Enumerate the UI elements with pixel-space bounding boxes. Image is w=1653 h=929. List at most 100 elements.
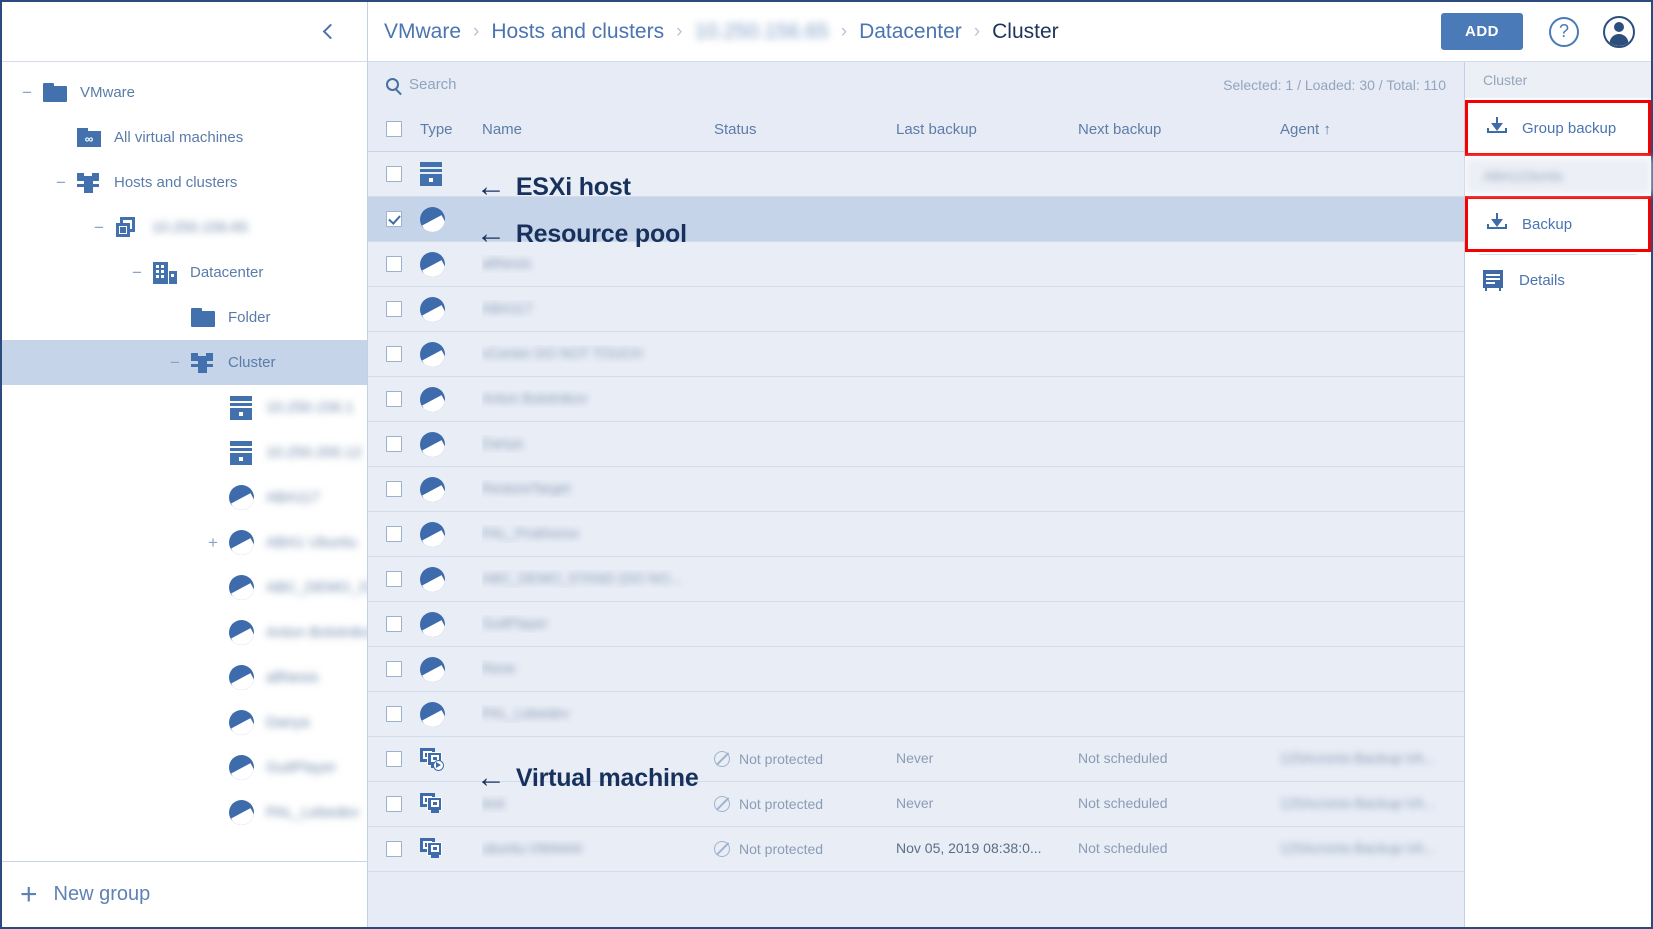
sidebar-item-label: Datacenter (190, 264, 263, 281)
sidebar-item-guitplayer[interactable]: -GuitPlayer (2, 745, 367, 790)
table-row[interactable]: Rene (368, 647, 1464, 692)
table-row[interactable]: ubuntu-VM4444Not protectedNov 05, 2019 0… (368, 827, 1464, 872)
cell-name: PAL_Lebedev (482, 705, 569, 721)
sidebar-item-vmware[interactable]: −VMware (2, 70, 367, 115)
search-placeholder: Search (409, 76, 457, 93)
search-input[interactable]: Search (386, 76, 457, 93)
column-header-type[interactable]: Type (420, 121, 482, 138)
user-account-icon[interactable] (1603, 16, 1635, 48)
sidebar-item-all-virtual-machines[interactable]: -∞All virtual machines (2, 115, 367, 160)
virtual-machine-running-icon (420, 748, 444, 771)
row-checkbox[interactable] (368, 481, 420, 497)
row-checkbox[interactable] (368, 706, 420, 722)
cell-type (420, 297, 482, 322)
cell-status: Not protected (739, 751, 823, 767)
tree-toggle[interactable]: + (206, 536, 220, 550)
table-row[interactable] (368, 152, 1464, 197)
column-header-status[interactable]: Status (714, 121, 896, 138)
sidebar-item-datacenter[interactable]: − Datacenter (2, 250, 367, 295)
sidebar-item-danya[interactable]: -Danya (2, 700, 367, 745)
table-row[interactable]: RestoreTarget (368, 467, 1464, 512)
sidebar-item-10-250-156-65[interactable]: −10.250.156.65 (2, 205, 367, 250)
table-row[interactable]: Anton Bolotnikov (368, 377, 1464, 422)
row-checkbox[interactable] (368, 526, 420, 542)
content-area: Search Selected: 1 / Loaded: 30 / Total:… (368, 62, 1651, 927)
collapse-sidebar-button[interactable] (315, 19, 341, 45)
breadcrumb-item-hosts-and-clusters[interactable]: Hosts and clusters (491, 20, 664, 44)
sidebar-item-label: Anton Bolotnikov (266, 624, 367, 641)
table-row[interactable]: ABA117 (368, 287, 1464, 332)
download-backup-icon (1486, 117, 1508, 139)
sidebar-item-10-250-200-12[interactable]: -10.250.200.12 (2, 430, 367, 475)
row-checkbox[interactable] (368, 751, 420, 767)
backup-button[interactable]: Backup (1465, 196, 1651, 252)
table-row[interactable]: allNesis (368, 242, 1464, 287)
row-checkbox[interactable] (368, 571, 420, 587)
table-row[interactable]: Not protectedNeverNot scheduled125Acroni… (368, 737, 1464, 782)
sidebar-item-label: 10.250.200.12 (266, 444, 362, 461)
group-backup-button[interactable]: Group backup (1465, 100, 1651, 156)
tree-toggle[interactable]: − (92, 221, 106, 235)
table-row[interactable]: testNot protectedNeverNot scheduled125Ac… (368, 782, 1464, 827)
row-checkbox[interactable] (368, 436, 420, 452)
column-header-agent[interactable]: Agent ↑ (1280, 121, 1464, 138)
sidebar-item-pal-lebedev[interactable]: -PAL_Lebedev (2, 790, 367, 835)
row-checkbox[interactable] (368, 796, 420, 812)
tree-toggle[interactable]: − (130, 266, 144, 280)
breadcrumb-item-10-250-156-65[interactable]: 10.250.156.65 (694, 20, 828, 44)
table-row[interactable] (368, 197, 1464, 242)
cell-name: Danya (482, 435, 522, 451)
sidebar-item-10-250-156-1[interactable]: -10.250.156.1 (2, 385, 367, 430)
table-row[interactable]: PAL_Lebedev (368, 692, 1464, 737)
row-checkbox[interactable] (368, 616, 420, 632)
column-header-next-backup[interactable]: Next backup (1078, 121, 1280, 138)
vcenter-icon (115, 216, 139, 240)
cell-name: Rene (482, 660, 515, 676)
select-all-checkbox[interactable] (368, 121, 420, 137)
row-checkbox[interactable] (368, 301, 420, 317)
sidebar-item-cluster[interactable]: −Cluster (2, 340, 367, 385)
resource-pool-icon (229, 755, 254, 780)
resource-pool-icon (229, 485, 254, 510)
sidebar-item-folder[interactable]: -Folder (2, 295, 367, 340)
cell-type (420, 838, 482, 861)
row-checkbox[interactable] (368, 166, 420, 182)
add-button[interactable]: ADD (1441, 13, 1523, 50)
application-window: −VMware-∞All virtual machines−Hosts and … (0, 0, 1653, 929)
table-row[interactable]: PAL_Prokhorov (368, 512, 1464, 557)
column-header-name[interactable]: Name (482, 121, 714, 138)
hosts-clusters-icon (191, 351, 215, 375)
sidebar-item-abc-demo-stand[interactable]: -ABC_DEMO_STAND (2, 565, 367, 610)
new-group-button[interactable]: + New group (2, 861, 367, 927)
table-row[interactable]: ABC_DEMO_STAND (DO NO... (368, 557, 1464, 602)
sidebar-item-hosts-and-clusters[interactable]: −Hosts and clusters (2, 160, 367, 205)
chevron-left-icon (322, 24, 338, 40)
resource-pool-icon (420, 477, 445, 502)
row-checkbox[interactable] (368, 346, 420, 362)
row-checkbox[interactable] (368, 841, 420, 857)
table-row[interactable]: GuitPlayer (368, 602, 1464, 647)
row-checkbox[interactable] (368, 256, 420, 272)
details-button[interactable]: Details (1465, 255, 1651, 305)
cell-name: ubuntu-VM4444 (482, 840, 582, 856)
sidebar-item-aba1-ubuntu[interactable]: +ABA1 Ubuntu (2, 520, 367, 565)
cell-name: PAL_Prokhorov (482, 525, 579, 541)
cell-name: vCenter DO NOT TOUCH (482, 345, 642, 361)
row-checkbox[interactable] (368, 661, 420, 677)
question-mark-icon[interactable]: ? (1549, 17, 1579, 47)
sidebar-item-anton-bolotnikov[interactable]: -Anton Bolotnikov (2, 610, 367, 655)
table-row[interactable]: Danya (368, 422, 1464, 467)
row-checkbox[interactable] (368, 211, 420, 227)
row-checkbox[interactable] (368, 391, 420, 407)
column-header-last-backup[interactable]: Last backup (896, 121, 1078, 138)
breadcrumb-item-vmware[interactable]: VMware (384, 20, 461, 44)
resource-pool-icon (229, 710, 254, 735)
table-row[interactable]: vCenter DO NOT TOUCH (368, 332, 1464, 377)
sidebar-item-allnesis[interactable]: -allNesis (2, 655, 367, 700)
tree-toggle[interactable]: − (54, 176, 68, 190)
breadcrumb-item-datacenter[interactable]: Datacenter (859, 20, 962, 44)
sidebar-item-label: Danya (266, 714, 309, 731)
tree-toggle[interactable]: − (20, 86, 34, 100)
tree-toggle[interactable]: − (168, 356, 182, 370)
sidebar-item-aba117[interactable]: -ABA117 (2, 475, 367, 520)
